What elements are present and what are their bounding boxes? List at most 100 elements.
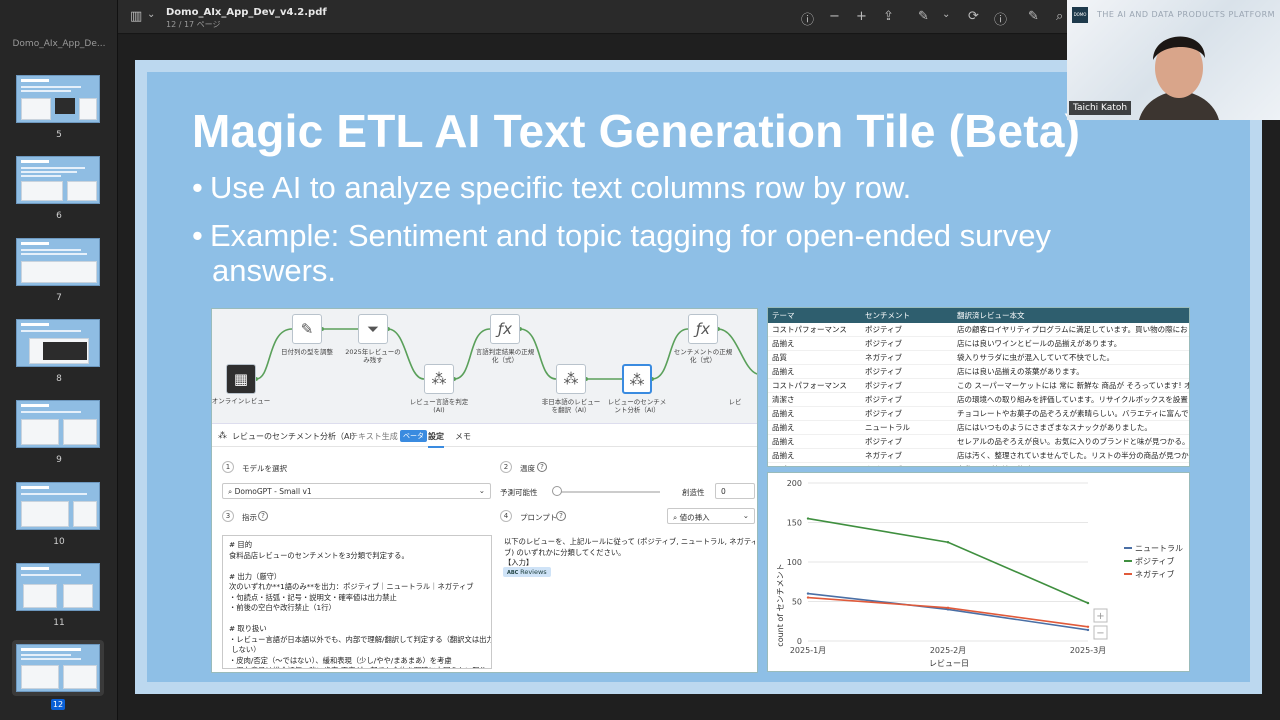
temperature-slider-track[interactable]	[556, 491, 660, 493]
table-row: 品揃え ポジティブ 店には良いワインとビールの品揃えがあります。	[768, 336, 1189, 351]
ai-text-node-selected-icon[interactable]: ⁂	[622, 364, 652, 394]
y-tick-label: 100	[787, 558, 802, 567]
formula-node-icon[interactable]: ƒx	[490, 314, 520, 344]
page-indicator: 12 / 17 ページ	[166, 20, 221, 29]
step-number: 2	[500, 461, 512, 473]
data-point	[946, 606, 950, 610]
form-icon[interactable]: ✎	[1028, 9, 1039, 24]
prompt-label: プロンプト	[520, 513, 558, 522]
series-line	[807, 592, 1089, 631]
chevron-down-icon[interactable]: ⌄	[147, 9, 155, 20]
y-axis-label: count of センチメント	[776, 563, 785, 646]
page-thumbnail-11[interactable]	[16, 563, 100, 611]
chevron-down-icon: ⌄	[478, 486, 485, 495]
y-tick-label: 200	[787, 479, 802, 488]
thumbnail-page-number: 5	[56, 130, 62, 140]
node-label: センチメントの正規 化（式）	[673, 348, 733, 364]
page-thumbnail-9[interactable]	[16, 400, 100, 448]
ai-text-node-icon[interactable]: ⁂	[556, 364, 586, 394]
node-label: 非日本語のレビュー を翻訳（AI）	[541, 398, 601, 414]
sidebar-toggle-icon[interactable]: ▥	[130, 9, 142, 24]
slide-title: Magic ETL AI Text Generation Tile (Beta)	[192, 105, 1081, 157]
plus-icon: +	[1096, 611, 1104, 622]
table-row: 品揃え ポジティブ 店には良い品揃えの茶葉があります。	[768, 364, 1189, 379]
table-cell: 店には良いワインとビールの品揃えがあります。	[953, 336, 1189, 351]
step-number: 4	[500, 510, 512, 522]
search-icon: ⌕	[673, 513, 680, 522]
page-thumbnail-12[interactable]	[16, 644, 100, 692]
help-icon[interactable]: ?	[556, 511, 566, 521]
legend-label: ネガティブ	[1135, 569, 1175, 579]
insert-value-select[interactable]: ⌕ 値の挿入 ⌄	[667, 508, 755, 524]
alter-columns-node-icon[interactable]: ✎	[292, 314, 322, 344]
zoom-out-icon[interactable]: −	[829, 9, 840, 24]
data-point	[1086, 625, 1090, 628]
table-cell: 袋入りサラダに虫が混入していて不快でした。	[953, 350, 1189, 365]
temperature-input[interactable]: 0	[715, 483, 755, 499]
table-row: 品揃え ニュートラル 店にはいつものようにさまざまなスナックがありました。	[768, 420, 1189, 435]
thumbnail-sidebar: Domo_AIx_App_De... 5 6 7 8 9 10 11 12	[0, 0, 118, 720]
filter-node-icon[interactable]: ⏷	[358, 314, 388, 344]
table-cell: 店には良い品揃えの茶葉があります。	[953, 364, 1189, 379]
prompt-textarea[interactable]: 以下のレビューを、上記ルールに従って (ポジティブ, ニュートラル, ネガティ …	[498, 533, 755, 593]
chart-svg: count of センチメント レビュー日 + − 0 50 100 150 200 20…	[776, 479, 1183, 668]
table-cell: ポジティブ	[861, 406, 953, 421]
thumbnail-page-number: 11	[53, 618, 65, 628]
instructions-label: 指示	[242, 513, 257, 522]
model-select[interactable]: ⌕ DomoGPT - Small v1 ⌄	[222, 483, 491, 499]
annotate-icon[interactable]: ⓘ	[994, 9, 1007, 28]
current-page-badge: 12	[51, 699, 65, 710]
ai-tile-icon: ⁂	[218, 431, 227, 441]
file-name: Domo_AIx_App_Dev_v4.2.pdf	[166, 7, 327, 18]
markup-pen-icon[interactable]: ✎	[918, 9, 929, 24]
table-cell: ネガティブ	[861, 462, 953, 466]
tab-memo[interactable]: メモ	[455, 431, 471, 442]
page-thumbnail-6[interactable]	[16, 156, 100, 204]
share-icon[interactable]: ⇪	[883, 9, 894, 24]
table-cell: 品揃え	[768, 336, 861, 351]
x-tick-label: 2025-3月	[1070, 646, 1106, 655]
zoom-in-icon[interactable]: +	[856, 9, 867, 24]
sidebar-document-title: Domo_AIx_App_De...	[12, 39, 106, 49]
page-thumbnail-7[interactable]	[16, 238, 100, 286]
slide-bullet-2-cont: answers.	[212, 253, 337, 288]
chevron-down-icon: ⌄	[742, 511, 749, 520]
reviews-column-chip[interactable]: ABC Reviews	[503, 567, 551, 577]
ai-text-node-icon[interactable]: ⁂	[424, 364, 454, 394]
help-icon[interactable]: ?	[537, 462, 547, 472]
thumbnail-page-number: 9	[56, 455, 62, 465]
table-cell: ネガティブ	[861, 350, 953, 365]
slide-bullet-2: • Example: Sentiment and topic tagging fo…	[192, 218, 1051, 253]
table-cell: ポジティブ	[861, 336, 953, 351]
page-thumbnail-5[interactable]	[16, 75, 100, 123]
info-icon[interactable]: ⓘ	[801, 9, 814, 28]
page-thumbnail-10[interactable]	[16, 482, 100, 530]
chevron-down-icon[interactable]: ⌄	[942, 9, 950, 20]
data-point	[1086, 628, 1090, 632]
help-icon[interactable]: ?	[258, 511, 268, 521]
magic-etl-screenshot: ▦ オンラインレビュー ✎ 日付列の型を調整 ⏷ 2025年レビューの み残す ⁂…	[211, 308, 758, 673]
page-thumbnail-8[interactable]	[16, 319, 100, 367]
table-row: 品揃え ポジティブ セレアルの品ぞろえが良い。お気に入りのブランドと味が見つかる。	[768, 434, 1189, 449]
table-header-row: テーマ センチメント 翻訳済レビュー本文	[768, 308, 1189, 323]
dataset-node-icon[interactable]: ▦	[226, 364, 256, 394]
instructions-textarea[interactable]: # 目的 食料品店レビューのセンチメントを3分類で判定する。 # 出力（厳守） …	[222, 535, 492, 669]
temperature-slider-handle[interactable]	[552, 486, 562, 496]
table-cell: セレアルの品ぞろえが良い。お気に入りのブランドと味が見つかる。	[953, 434, 1189, 449]
tile-config-header: ⁂ レビューのセンチメント分析（AI） テキスト生成 ベータ 設定 メモ	[212, 423, 757, 448]
predictability-label: 予測可能性	[500, 488, 538, 497]
node-label: 日付列の型を調整	[281, 348, 333, 356]
formula-node-icon[interactable]: ƒx	[688, 314, 718, 344]
data-point	[946, 541, 950, 544]
data-point	[806, 517, 810, 520]
temperature-label: 温度	[520, 464, 535, 473]
node-label: 言語判定結果の正規 化（式）	[475, 348, 535, 364]
table-row: 品揃え ネガティブ 店は汚く、整理されていませんでした。リストの半分の商品が見つか	[768, 448, 1189, 463]
table-cell: ポジティブ	[861, 434, 953, 449]
rotate-icon[interactable]: ⟳	[968, 9, 979, 24]
search-icon[interactable]: ⌕	[1056, 9, 1063, 24]
tile-title: レビューのセンチメント分析（AI）	[232, 432, 360, 441]
tab-settings[interactable]: 設定	[428, 431, 444, 448]
x-axis-label: レビュー日	[929, 659, 969, 668]
data-point	[806, 596, 810, 599]
